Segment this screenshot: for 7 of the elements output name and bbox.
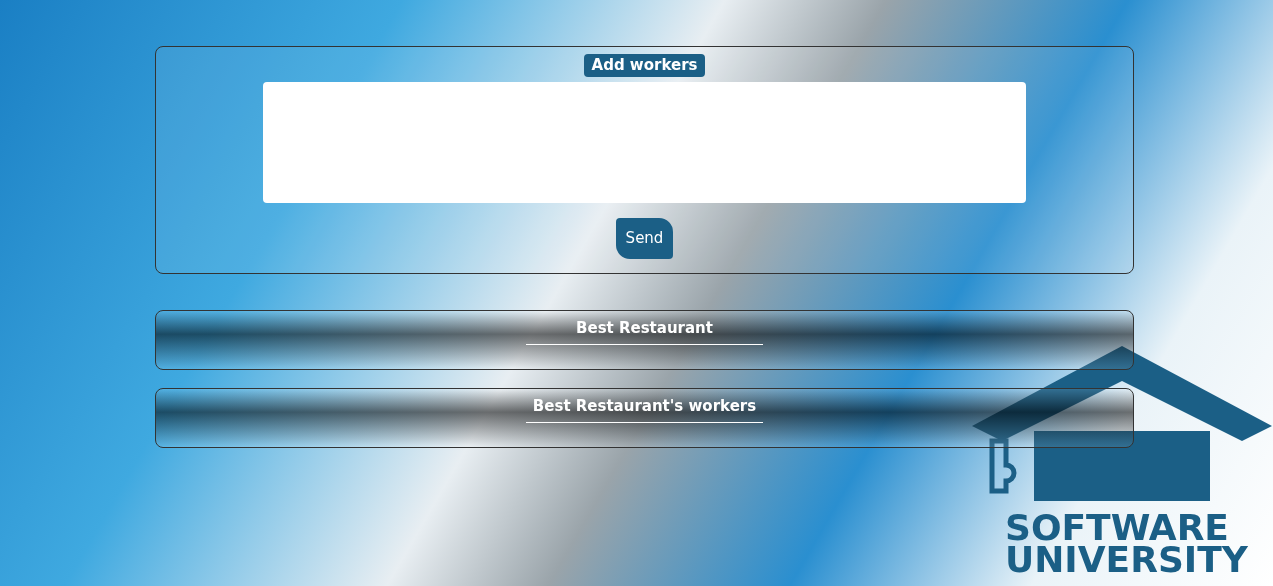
logo-text: UNIVERSITY — [1005, 544, 1248, 576]
logo-text: SOFTWARE — [1005, 512, 1229, 544]
panel-title: Add workers — [583, 54, 706, 77]
send-button[interactable]: Send — [615, 217, 674, 259]
workers-input-field[interactable] — [263, 81, 1026, 203]
section-title: Best Restaurant's workers — [532, 396, 757, 417]
section-title: Best Restaurant — [576, 318, 713, 339]
